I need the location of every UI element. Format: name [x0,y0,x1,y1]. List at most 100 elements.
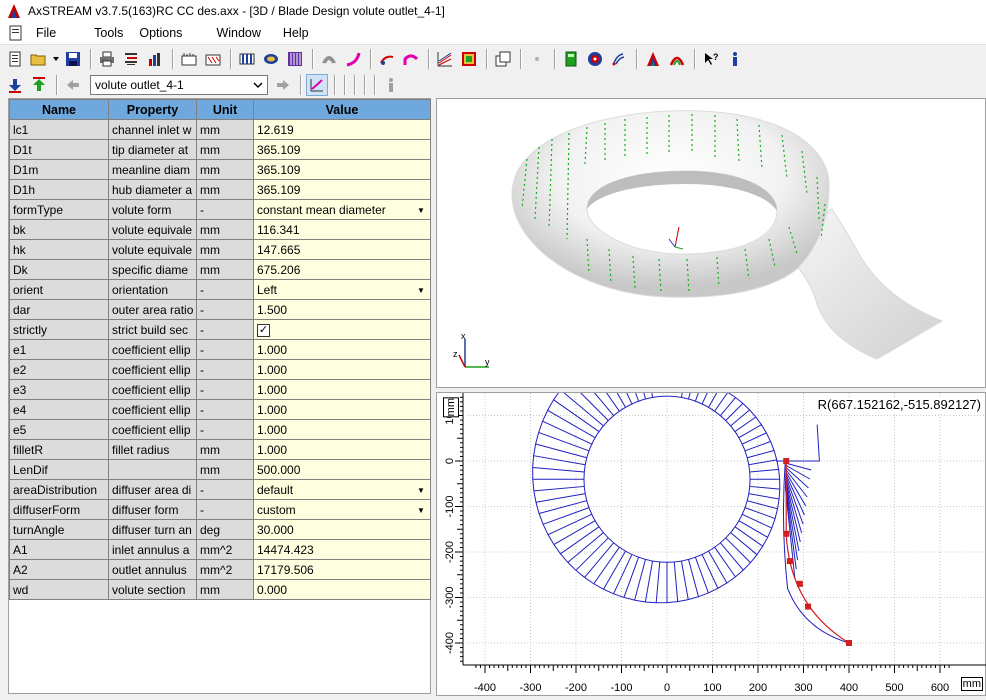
open-dropdown-icon[interactable] [52,48,60,70]
table-row[interactable]: turnAngle diffuser turn an deg 30.000 [9,519,431,540]
table-row[interactable]: D1h hub diameter a mm 365.109 [9,179,431,200]
property-value-cell[interactable]: 1.000 [253,339,431,360]
property-value-cell[interactable]: 1.000 [253,379,431,400]
save-icon[interactable] [62,48,84,70]
back-arrow-icon[interactable] [62,74,84,96]
move-down-icon[interactable] [4,74,26,96]
table-row[interactable]: LenDif mm 500.000 [9,459,431,480]
property-value-cell[interactable]: 116.341 [253,219,431,240]
profile-icon[interactable] [342,48,364,70]
arc-icon[interactable] [666,48,688,70]
print-icon[interactable] [96,48,118,70]
table-row[interactable]: strictly strict build sec - ✓ [9,319,431,340]
property-value-cell[interactable]: 1.000 [253,419,431,440]
property-value-cell[interactable]: default ▼ [253,479,431,500]
volute-view-icon[interactable] [260,48,282,70]
contour-map-icon[interactable] [458,48,480,70]
table-row[interactable]: hk volute equivale mm 147.665 [9,239,431,260]
table-row[interactable]: diffuserForm diffuser form - custom ▼ [9,499,431,520]
table-row[interactable]: D1m meanline diam mm 365.109 [9,159,431,180]
header-unit[interactable]: Unit [196,99,254,120]
property-value-cell[interactable]: 147.665 [253,239,431,260]
property-value-cell[interactable]: Left ▼ [253,279,431,300]
property-value-cell[interactable]: 365.109 [253,139,431,160]
report-icon[interactable] [120,48,142,70]
property-value-cell[interactable]: ✓ [253,319,431,340]
object-selector[interactable]: volute outlet_4-1 [90,75,268,95]
airfoil-icon[interactable] [318,48,340,70]
volute-3d-view[interactable]: x z y [436,98,986,388]
table-row[interactable]: e1 coefficient ellip - 1.000 [9,339,431,360]
volute-3d-canvas[interactable]: x z y [437,99,986,389]
property-value-cell[interactable]: constant mean diameter ▼ [253,199,431,220]
table-row[interactable]: orient orientation - Left ▼ [9,279,431,300]
property-value-cell[interactable]: custom ▼ [253,499,431,520]
cascade-icon[interactable] [642,48,664,70]
curve-edit-icon[interactable] [400,48,422,70]
blade-stack-icon[interactable] [284,48,306,70]
property-value-cell[interactable]: 1.000 [253,439,431,460]
dropdown-arrow-icon[interactable]: ▼ [414,503,428,517]
header-name[interactable]: Name [9,99,109,120]
open-folder-icon[interactable] [28,48,50,70]
table-row[interactable]: e4 coefficient ellip - 1.000 [9,399,431,420]
info-icon[interactable] [724,48,746,70]
table-row[interactable]: Dk specific diame mm 675.206 [9,259,431,280]
blade-row-icon[interactable] [236,48,258,70]
mesh-icon[interactable] [376,48,398,70]
menu-options[interactable]: Options [131,26,190,40]
design-mode-icon[interactable] [306,74,328,96]
plot-2d-canvas[interactable]: -400-300-200-10001002003004005006001000-… [437,337,986,697]
property-value-cell[interactable]: 365.109 [253,179,431,200]
table-row[interactable]: dar outer area ratio - 1.500 [9,299,431,320]
dropdown-arrow-icon[interactable]: ▼ [414,483,428,497]
table-row[interactable]: areaDistribution diffuser area di - default… [9,479,431,500]
strict-build-checkbox[interactable]: ✓ [257,323,270,337]
table-row[interactable]: D1t tip diameter at mm 365.109 [9,139,431,160]
context-help-icon[interactable]: ? [700,48,722,70]
property-value-cell[interactable]: 1.000 [253,359,431,380]
table-row[interactable]: wd volute section mm 0.000 [9,579,431,600]
wave-icon[interactable] [608,48,630,70]
property-value-cell[interactable]: 30.000 [253,519,431,540]
menu-help[interactable]: Help [275,26,317,40]
bar-chart-icon[interactable] [144,48,166,70]
menu-tools[interactable]: Tools [86,26,131,40]
property-value-cell[interactable]: 1.000 [253,399,431,420]
target-icon[interactable] [584,48,606,70]
menu-file[interactable]: File [28,26,64,40]
property-value-cell[interactable]: 675.206 [253,259,431,280]
property-value-cell[interactable]: 0.000 [253,579,431,600]
point-icon[interactable] [526,48,548,70]
flow-path-icon[interactable] [178,48,200,70]
table-row[interactable]: e5 coefficient ellip - 1.000 [9,419,431,440]
move-up-icon[interactable] [28,74,50,96]
stage-icon[interactable] [202,48,224,70]
new-file-icon[interactable] [4,48,26,70]
menu-window[interactable]: Window [208,26,268,40]
table-row[interactable]: A2 outlet annulus mm^2 17179.506 [9,559,431,580]
property-value-cell[interactable]: 1.500 [253,299,431,320]
volute-2d-plot[interactable]: -400-300-200-10001002003004005006001000-… [436,337,986,697]
property-value-cell[interactable]: 12.619 [253,119,431,140]
property-value-cell[interactable]: 17179.506 [253,559,431,580]
property-value-cell[interactable]: 365.109 [253,159,431,180]
table-row[interactable]: filletR fillet radius mm 1.000 [9,439,431,460]
dropdown-arrow-icon[interactable]: ▼ [414,283,428,297]
windows-icon[interactable] [492,48,514,70]
info-icon-disabled[interactable] [380,74,402,96]
property-value-cell[interactable]: 14474.423 [253,539,431,560]
table-row[interactable]: A1 inlet annulus a mm^2 14474.423 [9,539,431,560]
table-row[interactable]: lc1 channel inlet w mm 12.619 [9,119,431,140]
table-row[interactable]: formType volute form - constant mean diamet… [9,199,431,220]
dropdown-arrow-icon[interactable]: ▼ [414,203,428,217]
table-row[interactable]: e3 coefficient ellip - 1.000 [9,379,431,400]
header-value[interactable]: Value [253,99,431,120]
table-row[interactable]: e2 coefficient ellip - 1.000 [9,359,431,380]
calculator-icon[interactable] [560,48,582,70]
header-property[interactable]: Property [108,99,197,120]
forward-arrow-icon[interactable] [272,74,294,96]
table-row[interactable]: bk volute equivale mm 116.341 [9,219,431,240]
property-value-cell[interactable]: 500.000 [253,459,431,480]
plot-lines-icon[interactable] [434,48,456,70]
